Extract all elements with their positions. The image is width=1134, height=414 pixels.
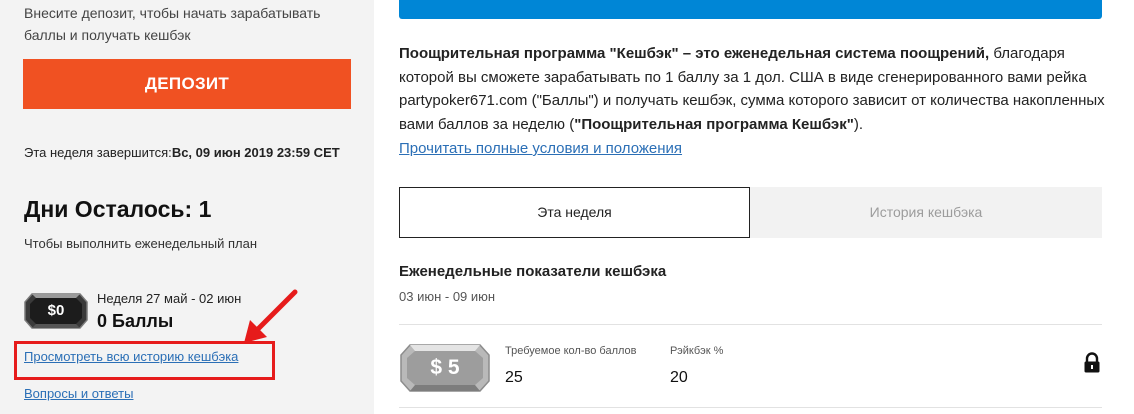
sidebar: Внесите депозит, чтобы начать зарабатыва… [0, 0, 374, 414]
plan-text: Чтобы выполнить еженедельный план [24, 236, 258, 251]
terms-link[interactable]: Прочитать полные условия и положения [399, 140, 682, 157]
desc-bold-2: "Поощрительная программа Кешбэк" [574, 115, 854, 133]
required-points-label: Требуемое кол-во баллов [505, 345, 637, 357]
required-points-value: 25 [505, 369, 523, 386]
main-content: Поощрительная программа "Кешбэк" – это е… [374, 0, 1134, 414]
rakeback-label: Рэйкбэк % [670, 345, 724, 357]
red-arrow-icon [244, 289, 298, 343]
week-end-info: Эта неделя завершится:Вс, 09 июн 2019 23… [24, 143, 344, 163]
tab-cashback-history[interactable]: История кешбэка [750, 187, 1102, 238]
tabs: Эта неделя История кешбэка [399, 187, 1102, 238]
tier-chip-icon: $ 5 [399, 343, 491, 393]
rakeback-value: 20 [670, 369, 688, 386]
cashback-chip-icon: $0 [24, 292, 88, 330]
desc-bold: Поощрительная программа "Кешбэк" – это е… [399, 45, 990, 62]
weekly-dates: 03 июн - 09 июн [399, 289, 496, 304]
highlight-box [14, 341, 275, 380]
chip-value: $0 [47, 302, 65, 319]
tab-this-week[interactable]: Эта неделя [399, 187, 750, 238]
tier-chip-value: $ 5 [430, 356, 460, 379]
top-action-bar[interactable] [399, 0, 1102, 19]
week-range: Неделя 27 май - 02 июн [97, 291, 242, 306]
lock-icon [1084, 352, 1100, 373]
week-end-label: Эта неделя завершится: [24, 145, 172, 160]
week-end-value: Вс, 09 июн 2019 23:59 CET [171, 145, 340, 160]
desc-end: ). [853, 115, 864, 133]
faq-link[interactable]: Вопросы и ответы [24, 386, 133, 401]
points-value: 0 Баллы [97, 311, 174, 331]
weekly-title: Еженедельные показатели кешбэка [399, 263, 667, 280]
divider [399, 407, 1102, 408]
days-left-heading: Дни Осталось: 1 [24, 196, 212, 222]
deposit-intro-text: Внесите депозит, чтобы начать зарабатыва… [24, 5, 321, 43]
divider [399, 324, 1102, 325]
deposit-button[interactable]: ДЕПОЗИТ [23, 59, 351, 109]
program-description: Поощрительная программа "Кешбэк" – это е… [399, 42, 1111, 136]
